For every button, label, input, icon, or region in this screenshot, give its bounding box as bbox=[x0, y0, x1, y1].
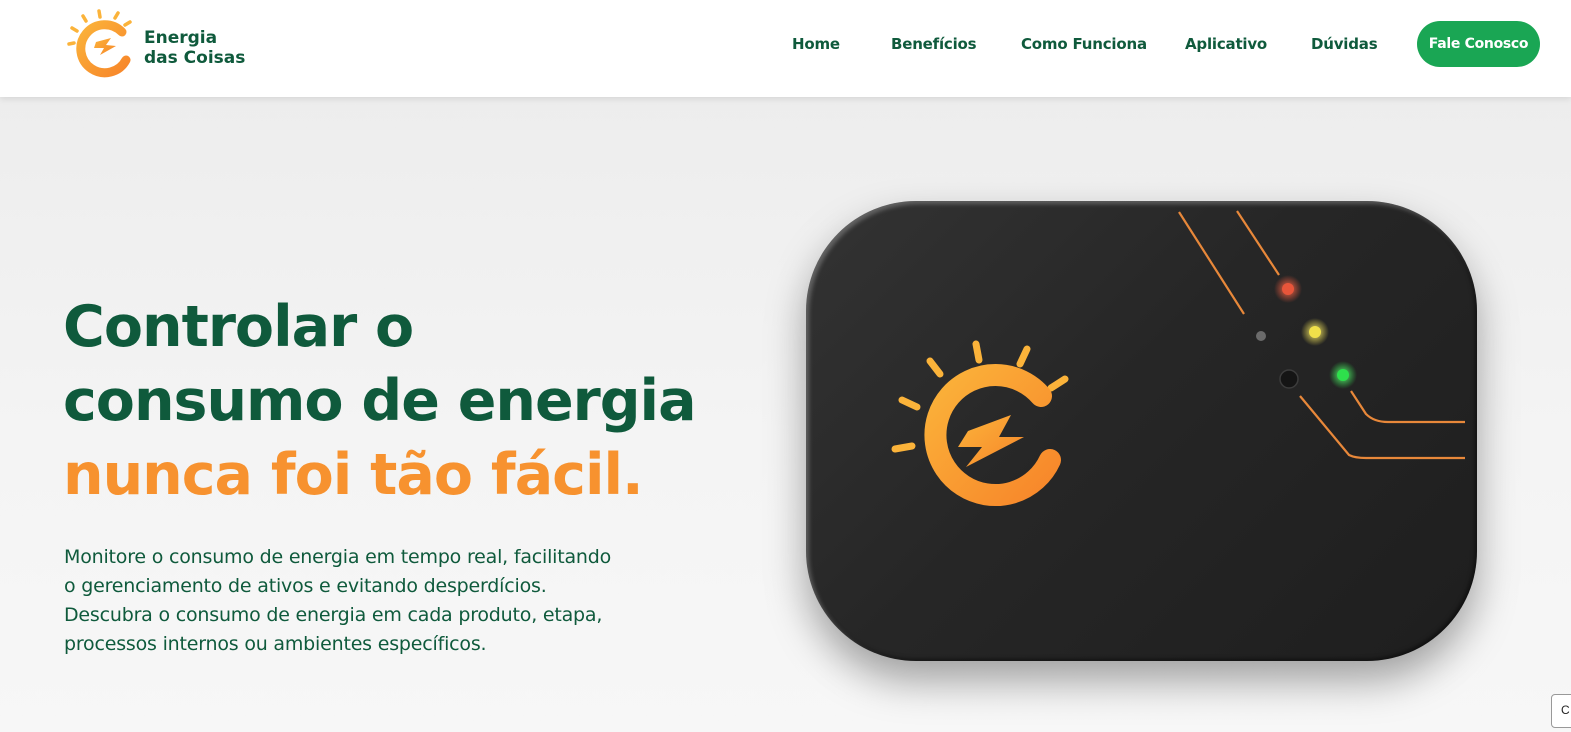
contact-button[interactable]: Fale Conosco bbox=[1417, 21, 1540, 67]
brand-wordmark: Energia das Coisas bbox=[144, 28, 245, 68]
sun-bolt-logo-icon bbox=[67, 9, 132, 78]
nav-duvidas[interactable]: Dúvidas bbox=[1311, 35, 1378, 53]
corner-widget-button[interactable]: C bbox=[1551, 694, 1571, 728]
device-artwork bbox=[891, 210, 1465, 506]
hero-description: Monitore o consumo de energia em tempo r… bbox=[64, 543, 664, 659]
energy-meter-device-illustration bbox=[806, 201, 1477, 661]
nav-home[interactable]: Home bbox=[792, 35, 840, 53]
reset-button-hole bbox=[1279, 369, 1299, 389]
hero-title-line3: nunca foi tão fácil. bbox=[63, 442, 644, 508]
nav-beneficios[interactable]: Benefícios bbox=[891, 35, 977, 53]
site-header: Energia das Coisas Home Benefícios Como … bbox=[0, 0, 1571, 97]
hero-title-line2: consumo de energia bbox=[63, 368, 697, 434]
brand-line1: Energia bbox=[144, 28, 218, 48]
sensor-hole bbox=[1256, 331, 1266, 341]
brand-logo[interactable]: Energia das Coisas bbox=[66, 8, 256, 80]
hero-desc-line3: Descubra o consumo de energia em cada pr… bbox=[64, 604, 603, 626]
hero-title: Controlar o consumo de energia nunca foi… bbox=[63, 290, 703, 512]
hero-desc-line1: Monitore o consumo de energia em tempo r… bbox=[64, 546, 612, 568]
hero-title-line1: Controlar o bbox=[63, 294, 414, 360]
device-logo-icon bbox=[891, 340, 1069, 506]
nav-como-funciona[interactable]: Como Funciona bbox=[1021, 35, 1147, 53]
status-led-green bbox=[1329, 361, 1357, 389]
hero-desc-line4: processos internos ou ambientes específi… bbox=[64, 633, 487, 655]
nav-aplicativo[interactable]: Aplicativo bbox=[1185, 35, 1267, 53]
status-led-red bbox=[1274, 275, 1302, 303]
brand-line2: das Coisas bbox=[144, 48, 246, 68]
status-led-yellow bbox=[1301, 318, 1329, 346]
hero-desc-line2: o gerenciamento de ativos e evitando des… bbox=[64, 575, 547, 597]
